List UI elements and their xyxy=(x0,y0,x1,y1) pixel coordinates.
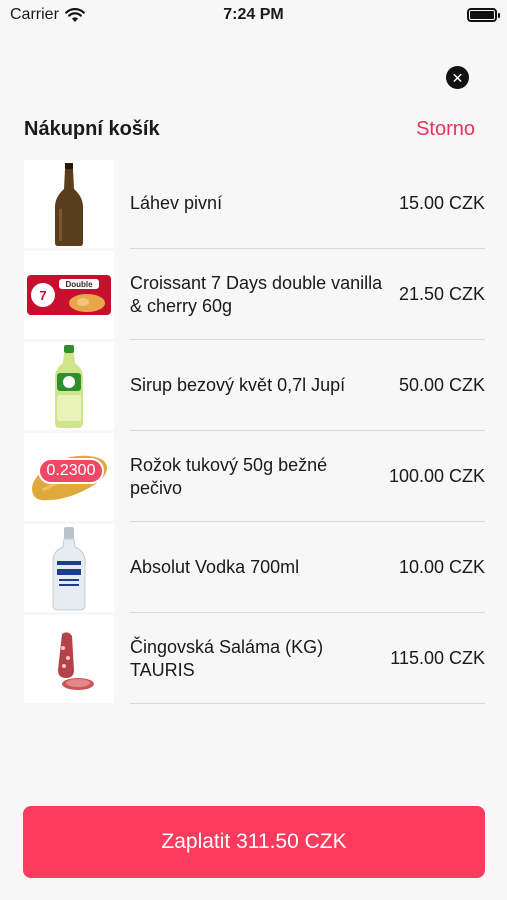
cart-item[interactable]: Sirup bezový květ 0,7l Jupí 50.00 CZK xyxy=(24,340,485,431)
cart-item[interactable]: Čingovská Saláma (KG) TAURIS 115.00 CZK xyxy=(24,613,485,704)
cart-item[interactable]: Absolut Vodka 700ml 10.00 CZK xyxy=(24,522,485,613)
item-price: 15.00 CZK xyxy=(398,193,485,213)
item-name: Čingovská Saláma (KG) TAURIS xyxy=(130,636,324,680)
battery-fill xyxy=(470,11,494,19)
item-name: Rožok tukový 50g bežné pečivo xyxy=(130,454,328,498)
cart-header: Nákupní košík Storno xyxy=(24,118,475,141)
battery-icon xyxy=(467,8,500,22)
item-price: 50.00 CZK xyxy=(398,375,485,395)
close-icon: ✕ xyxy=(451,69,464,86)
syrup-bottle-image xyxy=(24,341,114,430)
item-name: Absolut Vodka 700ml xyxy=(130,557,300,577)
cart-item[interactable]: Láhev pivní 15.00 CZK xyxy=(24,158,485,249)
item-name: Sirup bezový květ 0,7l Jupí xyxy=(130,375,346,395)
salami-image xyxy=(24,614,114,703)
svg-text:7: 7 xyxy=(39,288,46,303)
status-bar: Carrier 7:24 PM xyxy=(0,0,507,30)
wifi-icon xyxy=(65,7,85,22)
cart-item[interactable]: 7 Double Croissant 7 Days double vanilla… xyxy=(24,249,485,340)
item-price: 100.00 CZK xyxy=(388,466,485,486)
vodka-bottle-image xyxy=(24,523,114,612)
divider xyxy=(130,703,485,704)
item-name: Croissant 7 Days double vanilla & cherry… xyxy=(130,272,383,316)
close-button[interactable]: ✕ xyxy=(446,66,469,89)
carrier-label: Carrier xyxy=(10,6,59,23)
cart-item-list: Láhev pivní 15.00 CZK 7 Double Croissant… xyxy=(24,158,485,704)
cancel-button[interactable]: Storno xyxy=(416,118,475,141)
item-price: 21.50 CZK xyxy=(398,284,485,304)
croissant-image: 7 Double xyxy=(24,250,114,339)
quantity-badge: 0.2300 xyxy=(38,458,104,484)
item-price: 10.00 CZK xyxy=(398,557,485,577)
status-left: Carrier xyxy=(10,6,85,24)
pay-button[interactable]: Zaplatit 311.50 CZK xyxy=(23,806,485,878)
page-title: Nákupní košík xyxy=(24,118,160,140)
svg-text:Double: Double xyxy=(65,280,93,289)
item-name: Láhev pivní xyxy=(130,193,223,213)
beer-bottle-image xyxy=(24,159,114,248)
item-price: 115.00 CZK xyxy=(390,648,485,668)
